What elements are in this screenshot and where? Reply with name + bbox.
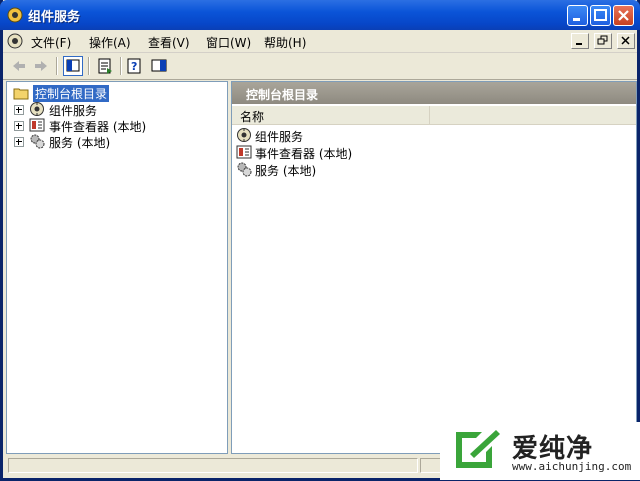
show-hide-action-pane-icon[interactable] [149, 56, 169, 76]
tree-root-label: 控制台根目录 [33, 85, 110, 102]
column-header: 名称 [232, 106, 636, 125]
column-empty-header[interactable] [432, 106, 636, 124]
expand-icon[interactable] [14, 137, 24, 147]
component-services-icon[interactable] [6, 32, 24, 50]
services-gear-icon [237, 162, 252, 177]
close-button[interactable] [613, 5, 634, 26]
back-arrow-icon[interactable] [9, 56, 29, 76]
event-viewer-icon [29, 118, 45, 132]
mdi-close-button[interactable] [617, 33, 635, 49]
list-item-label: 事件查看器 (本地) [255, 147, 353, 161]
menu-view[interactable]: 查看(V) [148, 34, 190, 51]
detail-header-title: 控制台根目录 [246, 88, 319, 102]
column-name-header[interactable]: 名称 [232, 106, 430, 124]
mdi-restore-button[interactable] [594, 33, 613, 49]
console-tree-icon [66, 59, 80, 72]
minimize-icon [576, 43, 583, 45]
maximize-icon [594, 9, 607, 21]
maximize-button[interactable] [590, 5, 611, 26]
detail-header: 控制台根目录 [232, 82, 636, 104]
minimize-button[interactable] [567, 5, 588, 26]
expand-icon[interactable] [14, 121, 24, 131]
list-item-label: 服务 (本地) [255, 164, 317, 178]
component-services-icon [237, 128, 251, 142]
detail-pane[interactable]: 控制台根目录 名称 组件服务 事件查看器 (本地) 服务 (本地) [231, 81, 637, 454]
brand-logo-icon [456, 430, 500, 468]
menu-window[interactable]: 窗口(W) [206, 34, 251, 51]
event-viewer-icon [236, 145, 252, 159]
minimize-icon [573, 18, 580, 21]
title-bar[interactable]: 组件服务 [0, 0, 640, 30]
column-name-label: 名称 [240, 110, 265, 124]
close-icon [618, 10, 629, 21]
show-hide-tree-button[interactable] [63, 56, 83, 76]
restore-icon [597, 35, 608, 45]
menu-bar: 文件(F) 操作(A) 查看(V) 窗口(W) 帮助(H) [3, 30, 637, 53]
expand-icon[interactable] [14, 105, 24, 115]
window-title: 组件服务 [28, 10, 81, 25]
svg-text:?: ? [131, 60, 137, 73]
tree-item-label: 服务 (本地) [49, 136, 111, 150]
mdi-controls [570, 33, 635, 49]
status-cell-main [8, 458, 418, 473]
services-gear-icon [30, 134, 45, 149]
component-services-icon [7, 7, 23, 23]
forward-arrow-icon[interactable] [31, 56, 51, 76]
tree-item-label: 事件查看器 (本地) [49, 120, 147, 134]
console-tree-pane[interactable]: 控制台根目录 组件服务 事件查看器 (本地) 服务 (本地) [6, 81, 228, 454]
mdi-minimize-button[interactable] [571, 33, 590, 49]
close-icon [621, 36, 630, 45]
help-icon[interactable]: ? [125, 56, 145, 76]
component-services-icon [30, 102, 44, 116]
menu-help[interactable]: 帮助(H) [264, 34, 306, 51]
folder-icon [13, 88, 29, 100]
export-list-icon[interactable] [95, 56, 115, 76]
menu-file[interactable]: 文件(F) [31, 34, 71, 51]
watermark: 爱纯净 www.aichunjing.com [440, 422, 640, 480]
tree-item-label: 组件服务 [49, 104, 98, 118]
menu-action[interactable]: 操作(A) [89, 34, 131, 51]
list-item-label: 组件服务 [255, 130, 304, 144]
watermark-url: www.aichunjing.com [512, 460, 632, 473]
toolbar: ? [3, 53, 637, 80]
main-window: 组件服务 文件(F) 操作(A) 查看(V) 窗口(W) 帮助(H) ? 控制台… [0, 0, 640, 481]
